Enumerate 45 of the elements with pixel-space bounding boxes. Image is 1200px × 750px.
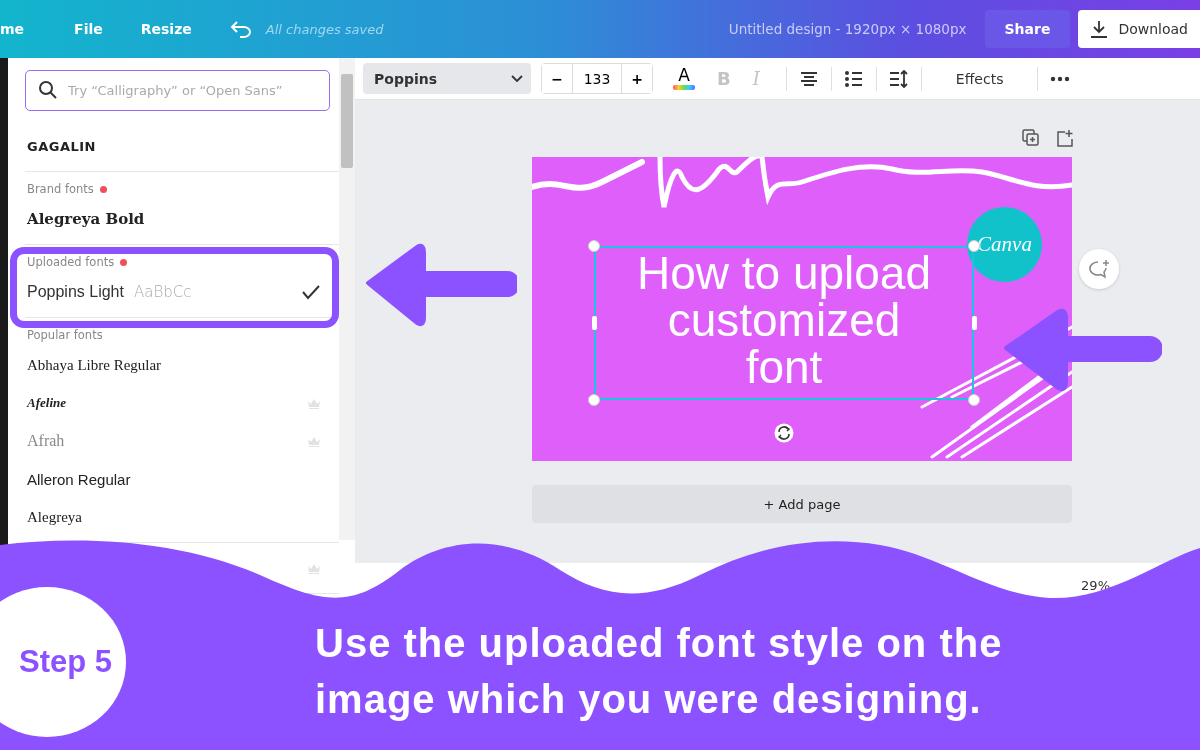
font-sample: AaBbCc <box>133 283 192 301</box>
download-button[interactable]: Download <box>1078 10 1200 48</box>
download-icon <box>1090 20 1109 38</box>
resize-handle[interactable] <box>972 316 977 330</box>
duplicate-page-icon[interactable] <box>1022 129 1040 147</box>
zoom-level: 29% <box>1081 577 1110 593</box>
logo: Canva <box>967 207 1042 282</box>
resize-handle[interactable] <box>588 394 600 406</box>
line-spacing-icon[interactable] <box>888 69 909 88</box>
font-option[interactable]: Poppins Light <box>27 283 124 301</box>
font-option[interactable]: Afeline <box>27 395 66 411</box>
caret-icon <box>511 74 523 83</box>
font-option[interactable]: Abhaya Libre Regular <box>27 356 162 374</box>
font-option[interactable]: Alegreya Bold <box>27 210 145 228</box>
resize-handle[interactable] <box>968 394 980 406</box>
section-heading: Uploaded fonts <box>27 255 115 269</box>
more-icon[interactable] <box>1050 75 1071 82</box>
save-status: All changes saved <box>265 21 385 37</box>
scrollbar[interactable] <box>339 58 355 540</box>
comment-icon <box>1088 259 1110 279</box>
resize-handle[interactable] <box>588 240 600 252</box>
add-page-button[interactable]: + Add page <box>532 485 1072 523</box>
share-button[interactable]: Share <box>984 10 1071 48</box>
list-icon[interactable] <box>843 69 864 88</box>
font-option[interactable]: Alegreya <box>27 508 82 526</box>
undo-icon[interactable] <box>229 20 252 38</box>
align-center-icon[interactable] <box>798 69 819 88</box>
rotate-icon[interactable] <box>774 423 794 443</box>
design-title: Untitled design - 1920px × 1080px <box>728 21 967 37</box>
search-field[interactable]: Try “Calligraphy” or “Open Sans” <box>25 70 330 111</box>
design-text-line: font <box>745 344 823 391</box>
text-color-button[interactable]: A <box>667 67 701 90</box>
font-option[interactable]: GAGALIN <box>27 138 96 154</box>
add-page-icon[interactable] <box>1056 129 1074 147</box>
add-comment-button[interactable] <box>1079 249 1119 289</box>
resize-handle[interactable] <box>592 316 597 330</box>
section-heading: Brand fonts <box>27 182 94 196</box>
search-icon <box>38 80 58 100</box>
step-caption: Use the uploaded font style on the image which you were designing. <box>315 620 1004 723</box>
section-heading: Popular fonts <box>27 328 103 342</box>
font-option[interactable]: Afrah <box>27 432 65 450</box>
font-option[interactable]: Alleron Regular <box>27 470 131 488</box>
design-text-line: How to upload <box>636 250 932 297</box>
effects-button[interactable]: Effects <box>947 70 1012 87</box>
font-dropdown[interactable]: Poppins <box>363 63 531 94</box>
